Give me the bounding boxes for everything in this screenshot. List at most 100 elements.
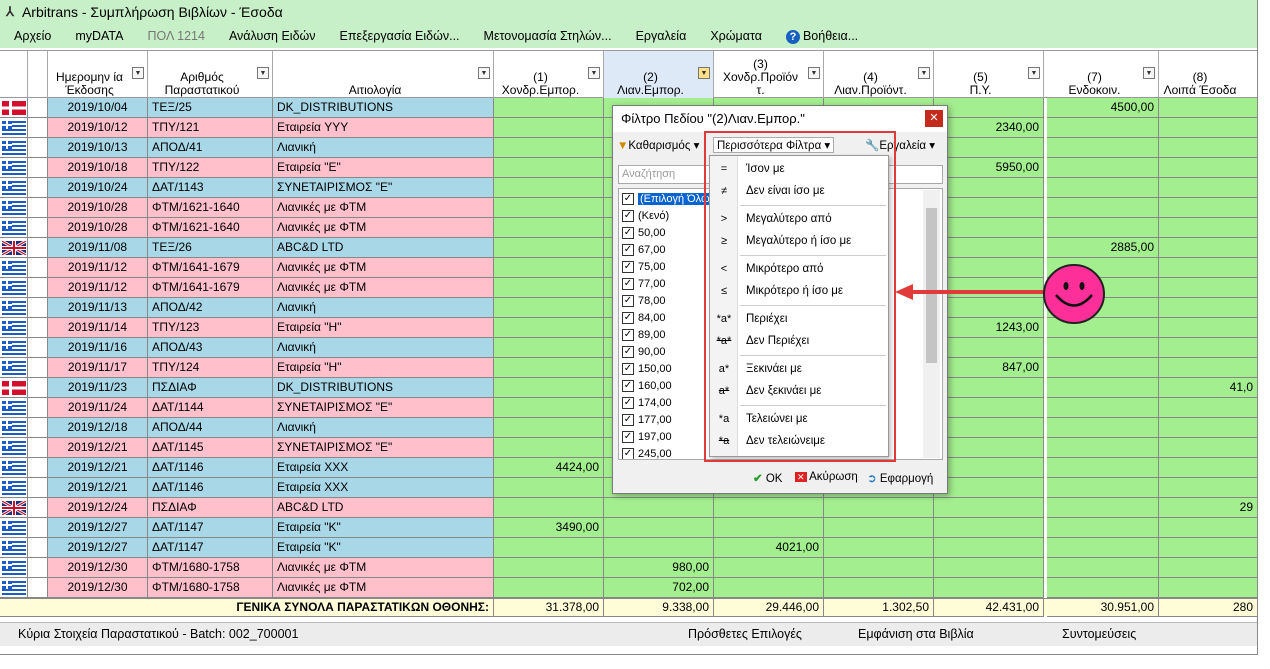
filter-value-item[interactable]: ✓ 89,00 <box>622 328 666 345</box>
checkbox[interactable]: ✓ <box>622 397 634 410</box>
filter-value-item[interactable]: ✓ 90,00 <box>622 345 666 362</box>
checkbox[interactable]: ✓ <box>622 244 634 257</box>
cell-chk[interactable]: ✓ <box>28 318 48 338</box>
cell-chk[interactable]: ✓ <box>28 298 48 318</box>
column-header-c5[interactable]: (5) Π.Υ. ▼ <box>934 51 1044 99</box>
apply-button[interactable]: ➲ Εφαρμογή <box>867 471 933 485</box>
menu-item-4[interactable]: Επεξεργασία Ειδών... <box>340 29 460 43</box>
checkbox[interactable]: ✓ <box>622 210 634 223</box>
menu-item-8[interactable]: ? Βοήθεια... <box>785 29 858 44</box>
column-header-c1[interactable]: (1) Χονδρ.Εμπορ. ▼ <box>494 51 604 99</box>
column-header-chk[interactable] <box>28 51 48 99</box>
cell-chk[interactable]: ✓ <box>28 278 48 298</box>
ok-button[interactable]: ✔ OK <box>753 471 782 485</box>
filter-value-item[interactable]: ✓ 77,00 <box>622 277 666 294</box>
checkbox[interactable]: ✓ <box>622 329 634 342</box>
filter-value-item[interactable]: ✓ 67,00 <box>622 243 666 260</box>
cell-chk[interactable]: ✓ <box>28 118 48 138</box>
cell-chk[interactable]: ✓ <box>28 338 48 358</box>
column-header-c3[interactable]: (3) Χονδρ.Προϊόν τ. ▼ <box>714 51 824 99</box>
column-header-number[interactable]: Αριθμός Παραστατικού ▼ <box>148 51 273 99</box>
filter-value-item[interactable]: ✓ 245,00 <box>622 447 672 459</box>
cell-chk[interactable]: ✓ <box>28 238 48 258</box>
cell-chk[interactable]: ✓ <box>28 218 48 238</box>
column-header-c2[interactable]: (2) Λιαν.Εμπορ. ▼ <box>604 51 714 99</box>
cell-chk[interactable]: ✓ <box>28 98 48 118</box>
filter-value-item[interactable]: ✓ 84,00 <box>622 311 666 328</box>
column-header-c8[interactable]: (8) Λοιπά Έσοδα <box>1159 51 1257 99</box>
checkbox[interactable]: ✓ <box>622 380 634 393</box>
menu-item-6[interactable]: Εργαλεία <box>636 29 687 43</box>
filter-value-item[interactable]: ✓ 160,00 <box>622 379 672 396</box>
filter-dropdown-icon[interactable]: ▼ <box>478 67 490 79</box>
close-icon[interactable]: ✕ <box>925 110 943 127</box>
menu-item-1[interactable]: myDATA <box>75 29 123 43</box>
filter-dropdown-icon[interactable]: ▼ <box>588 67 600 79</box>
cell-chk[interactable]: ✓ <box>28 518 48 538</box>
filter-value-item[interactable]: ✓ 177,00 <box>622 413 672 430</box>
filter-dropdown-icon[interactable]: ▼ <box>918 67 930 79</box>
clear-filter-button[interactable]: ▼Καθαρισμός ▾ <box>617 138 699 152</box>
column-header-c7[interactable]: (7) Ενδοκοιν. ▼ <box>1047 51 1159 99</box>
cell-chk[interactable]: ✓ <box>28 398 48 418</box>
filter-dropdown-icon[interactable]: ▼ <box>808 67 820 79</box>
checkbox[interactable]: ✓ <box>622 346 634 359</box>
status-shortcuts[interactable]: Συντομεύσεις <box>1062 627 1136 641</box>
filter-value-item[interactable]: ✓ 174,00 <box>622 396 672 413</box>
cell-chk[interactable]: ✓ <box>28 438 48 458</box>
checkbox[interactable]: ✓ <box>622 431 634 444</box>
checkbox[interactable]: ✓ <box>622 278 634 291</box>
cell-chk[interactable]: ✓ <box>28 558 48 578</box>
checkbox[interactable]: ✓ <box>622 193 634 206</box>
checkbox[interactable]: ✓ <box>622 312 634 325</box>
filter-value-item[interactable]: ✓ 78,00 <box>622 294 666 311</box>
menu-item-5[interactable]: Μετονομασία Στηλών... <box>484 29 612 43</box>
filter-value-item[interactable]: ✓ 197,00 <box>622 430 672 447</box>
table-row[interactable]: ✓2019/12/30ΦΤΜ/1680-1758Λιανικές με ΦΤΜ 7… <box>0 578 1257 598</box>
cell-chk[interactable]: ✓ <box>28 538 48 558</box>
filter-dropdown-icon[interactable]: ▼ <box>132 67 144 79</box>
table-row[interactable]: ✓2019/12/24ΠΣΔΙΑΦABC&D LTD 29 <box>0 498 1257 518</box>
cell-chk[interactable]: ✓ <box>28 178 48 198</box>
filter-value-item[interactable]: ✓ 150,00 <box>622 362 672 379</box>
menu-item-3[interactable]: Ανάλυση Ειδών <box>229 29 316 43</box>
column-header-reason[interactable]: Αιτιολογία ▼ <box>273 51 494 99</box>
cell-chk[interactable]: ✓ <box>28 458 48 478</box>
table-row[interactable]: ✓2019/12/30ΦΤΜ/1680-1758Λιανικές με ΦΤΜ 9… <box>0 558 1257 578</box>
menu-item-0[interactable]: Αρχείο <box>14 29 51 43</box>
filter-dropdown-icon[interactable]: ▼ <box>257 67 269 79</box>
cell-chk[interactable]: ✓ <box>28 358 48 378</box>
cell-chk[interactable]: ✓ <box>28 498 48 518</box>
checkbox[interactable]: ✓ <box>622 295 634 308</box>
checkbox[interactable]: ✓ <box>622 414 634 427</box>
filter-value-item[interactable]: ✓ 50,00 <box>622 226 666 243</box>
filter-value-item[interactable]: ✓ (Κενό) <box>622 209 669 226</box>
cell-chk[interactable]: ✓ <box>28 578 48 598</box>
column-header-date[interactable]: Ημερομην ία Έκδοσης ▼ <box>48 51 148 99</box>
checkbox[interactable]: ✓ <box>622 227 634 240</box>
cell-chk[interactable]: ✓ <box>28 478 48 498</box>
filter-value-item[interactable]: ✓ 75,00 <box>622 260 666 277</box>
status-extra-options[interactable]: Πρόσθετες Επιλογές <box>688 627 802 641</box>
scrollbar[interactable] <box>923 190 940 458</box>
cell-chk[interactable]: ✓ <box>28 158 48 178</box>
menu-item-2[interactable]: ΠΟΛ 1214 <box>147 29 204 43</box>
cell-chk[interactable]: ✓ <box>28 198 48 218</box>
checkbox[interactable]: ✓ <box>622 261 634 274</box>
cell-chk[interactable]: ✓ <box>28 258 48 278</box>
cell-chk[interactable]: ✓ <box>28 138 48 158</box>
checkbox[interactable]: ✓ <box>622 363 634 376</box>
cancel-button[interactable]: ✕ Ακύρωση <box>795 471 858 483</box>
column-header-c4[interactable]: (4) Λιαν.Προϊόντ. ▼ <box>824 51 934 99</box>
table-row[interactable]: ✓2019/12/27ΔΑΤ/1147Εταιρεία "Κ" 4021,00 <box>0 538 1257 558</box>
status-show-in-books[interactable]: Εμφάνιση στα Βιβλία <box>858 627 974 641</box>
filter-dropdown-icon[interactable]: ▼ <box>1028 67 1040 79</box>
filter-dropdown-icon[interactable]: ▼ <box>1143 67 1155 79</box>
filter-dropdown-icon[interactable]: ▼ <box>698 67 710 79</box>
status-main[interactable]: Κύρια Στοιχεία Παραστατικού - Batch: 002… <box>18 627 298 641</box>
cell-chk[interactable]: ✓ <box>28 378 48 398</box>
menu-item-7[interactable]: Χρώματα <box>710 29 762 43</box>
checkbox[interactable]: ✓ <box>622 448 634 459</box>
column-header-flag[interactable] <box>0 51 28 99</box>
cell-chk[interactable]: ✓ <box>28 418 48 438</box>
